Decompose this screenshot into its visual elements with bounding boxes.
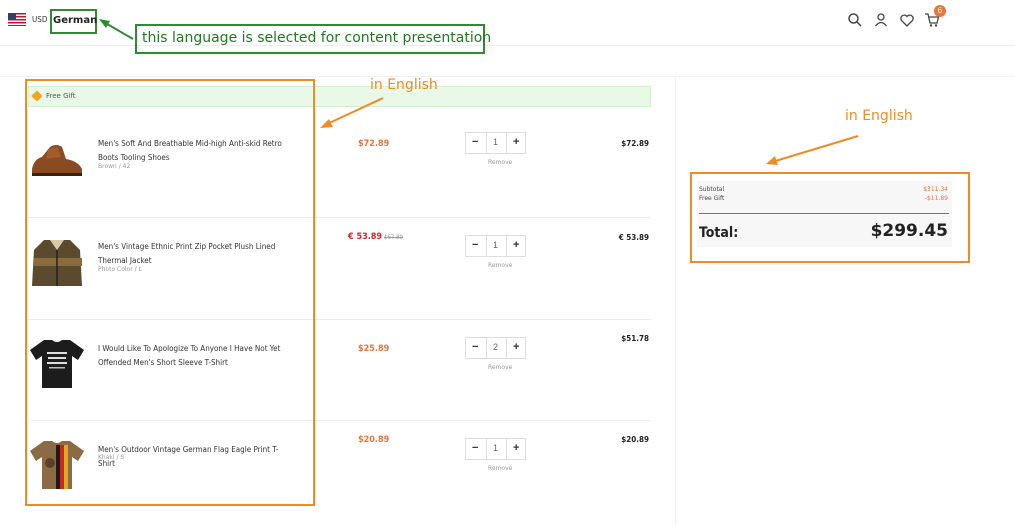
orange-arrow-line-2 xyxy=(771,135,859,163)
orange-arrowhead-2 xyxy=(766,156,778,165)
orange-arrow-line-1 xyxy=(324,97,384,126)
orange-arrowhead-1 xyxy=(320,119,333,128)
green-arrowhead xyxy=(99,19,110,28)
annotation-arrows xyxy=(99,19,859,165)
